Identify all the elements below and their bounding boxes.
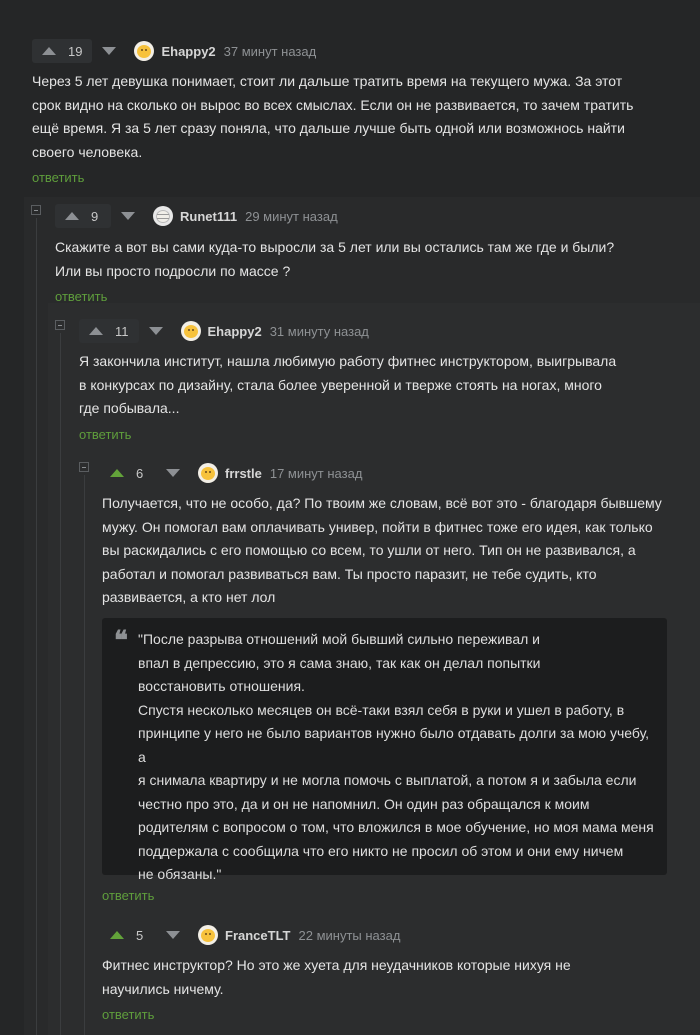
comment-header: 9 Runet111 29 минут назад	[55, 204, 338, 228]
upvote-icon[interactable]	[89, 327, 103, 335]
downvote-icon	[121, 212, 135, 220]
downvote-icon	[166, 469, 180, 477]
author-name[interactable]: Ehappy2	[161, 44, 215, 59]
downvote-icon	[148, 327, 163, 335]
comment-header: 19 Ehappy2 37 минут назад	[32, 39, 316, 63]
comment-time[interactable]: 22 минуты назад	[299, 928, 401, 943]
reply-link[interactable]: ответить	[102, 1007, 154, 1022]
vote-box: 19	[32, 39, 93, 63]
reply-link[interactable]: ответить	[55, 289, 107, 304]
avatar-icon[interactable]	[134, 41, 155, 61]
reply-link[interactable]: ответить	[32, 170, 84, 185]
downvote-button[interactable]	[156, 923, 190, 947]
collapse-icon[interactable]	[55, 320, 65, 330]
reply-link[interactable]: ответить	[79, 427, 131, 442]
downvote-icon	[166, 931, 180, 939]
collapse-icon[interactable]	[79, 462, 89, 472]
thread-line	[36, 218, 37, 1035]
comment-text: Получается, что не особо, да? По твоим ж…	[102, 495, 662, 605]
vote-box: 11	[79, 319, 139, 343]
upvote-icon[interactable]	[65, 212, 79, 220]
vote-box: 5	[102, 923, 156, 947]
downvote-button[interactable]	[92, 39, 126, 63]
comment-header: 11 Ehappy2 31 минуту назад	[79, 319, 369, 343]
thread-line	[84, 475, 85, 1035]
vote-count: 5	[136, 927, 144, 943]
avatar-icon[interactable]	[180, 321, 201, 341]
avatar-icon[interactable]	[198, 463, 218, 483]
vote-box: 9	[55, 204, 111, 228]
quote-icon: ❝	[114, 626, 128, 656]
downvote-button[interactable]	[139, 319, 173, 343]
comment-time[interactable]: 29 минут назад	[245, 209, 338, 224]
downvote-button[interactable]	[156, 461, 190, 485]
comment-text: Через 5 лет девушка понимает, стоит ли д…	[32, 73, 634, 160]
comment-header: 5 FranceTLT 22 минуты назад	[102, 923, 400, 947]
downvote-button[interactable]	[111, 204, 145, 228]
vote-count: 19	[68, 43, 83, 59]
avatar-icon[interactable]	[153, 206, 173, 226]
vote-box: 6	[102, 461, 156, 485]
quote-block: ❝ "После разрыва отношений мой бывший си…	[102, 618, 667, 882]
author-name[interactable]: FranceTLT	[225, 928, 291, 943]
upvote-icon[interactable]	[110, 469, 124, 477]
comment-text: Фитнес инструктор? Но это же хуета для н…	[102, 957, 571, 997]
vote-count: 9	[91, 208, 99, 224]
collapse-icon[interactable]	[31, 205, 41, 215]
comment-text: Скажите а вот вы сами куда-то выросли за…	[55, 239, 615, 279]
vote-count: 11	[115, 323, 129, 339]
upvote-icon[interactable]	[42, 47, 56, 55]
comment-header: 6 frrstle 17 минут назад	[102, 461, 362, 485]
author-name[interactable]: Runet111	[180, 209, 237, 224]
author-name[interactable]: frrstle	[225, 466, 262, 481]
comment-time[interactable]: 31 минуту назад	[270, 324, 369, 339]
quote-text: "После разрыва отношений мой бывший силь…	[138, 631, 654, 882]
avatar-icon[interactable]	[198, 925, 218, 945]
comment-time[interactable]: 17 минут назад	[270, 466, 363, 481]
vote-count: 6	[136, 465, 144, 481]
comment-time[interactable]: 37 минут назад	[224, 44, 317, 59]
upvote-icon[interactable]	[110, 931, 124, 939]
author-name[interactable]: Ehappy2	[208, 324, 262, 339]
comment-text: Я закончила институт, нашла любимую рабо…	[79, 353, 617, 416]
reply-link[interactable]: ответить	[102, 888, 154, 903]
thread-line	[60, 333, 61, 1035]
downvote-icon	[102, 47, 117, 55]
